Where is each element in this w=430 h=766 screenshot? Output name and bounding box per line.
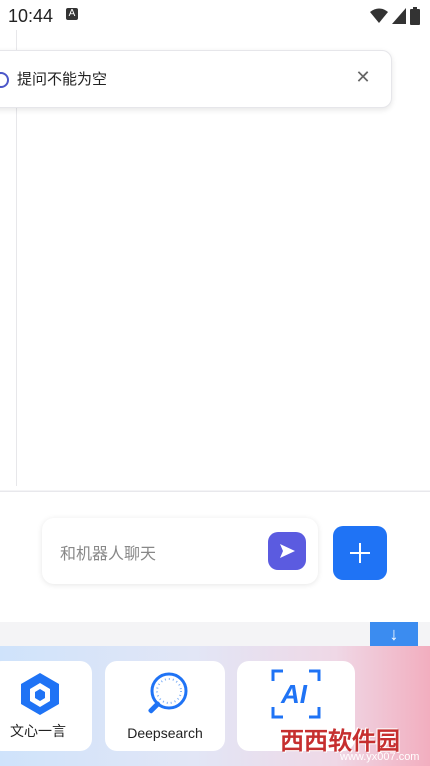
magnifier-icon xyxy=(148,672,188,714)
input-panel: 和机器人聊天 xyxy=(0,491,430,622)
plus-icon xyxy=(350,543,370,563)
send-icon xyxy=(280,544,295,558)
watermark: 西西软件园 www.yx007.com xyxy=(230,716,430,766)
wifi-icon xyxy=(370,8,388,23)
app-label-deepsearch: Deepsearch xyxy=(127,725,203,741)
toast-message: 提问不能为空 xyxy=(17,71,108,88)
wenxin-logo-icon xyxy=(21,673,59,715)
status-icons xyxy=(370,7,420,25)
scroll-down-button[interactable]: ↓ xyxy=(370,622,418,646)
status-time: 10:44 xyxy=(8,6,54,26)
info-dot-icon xyxy=(0,72,9,88)
status-indicator: A xyxy=(66,8,78,20)
send-button[interactable] xyxy=(268,532,306,570)
app-ai-text: AI xyxy=(281,679,307,709)
chat-area: 提问不能为空 ✕ xyxy=(0,30,430,490)
status-bar: 10:44 A xyxy=(0,0,430,30)
add-button[interactable] xyxy=(333,526,387,580)
app-card-deepsearch[interactable]: Deepsearch xyxy=(105,661,225,751)
battery-icon xyxy=(410,7,420,25)
watermark-url: www.yx007.com xyxy=(340,751,420,763)
signal-icon xyxy=(392,8,406,24)
app-card-wenxin[interactable]: 文心一言 xyxy=(0,661,92,751)
error-toast: 提问不能为空 ✕ xyxy=(0,50,392,108)
chat-input-placeholder[interactable]: 和机器人聊天 xyxy=(60,540,156,564)
close-icon[interactable]: ✕ xyxy=(351,65,375,89)
chat-input-box[interactable]: 和机器人聊天 xyxy=(42,518,318,584)
app-label-wenxin: 文心一言 xyxy=(10,723,66,739)
